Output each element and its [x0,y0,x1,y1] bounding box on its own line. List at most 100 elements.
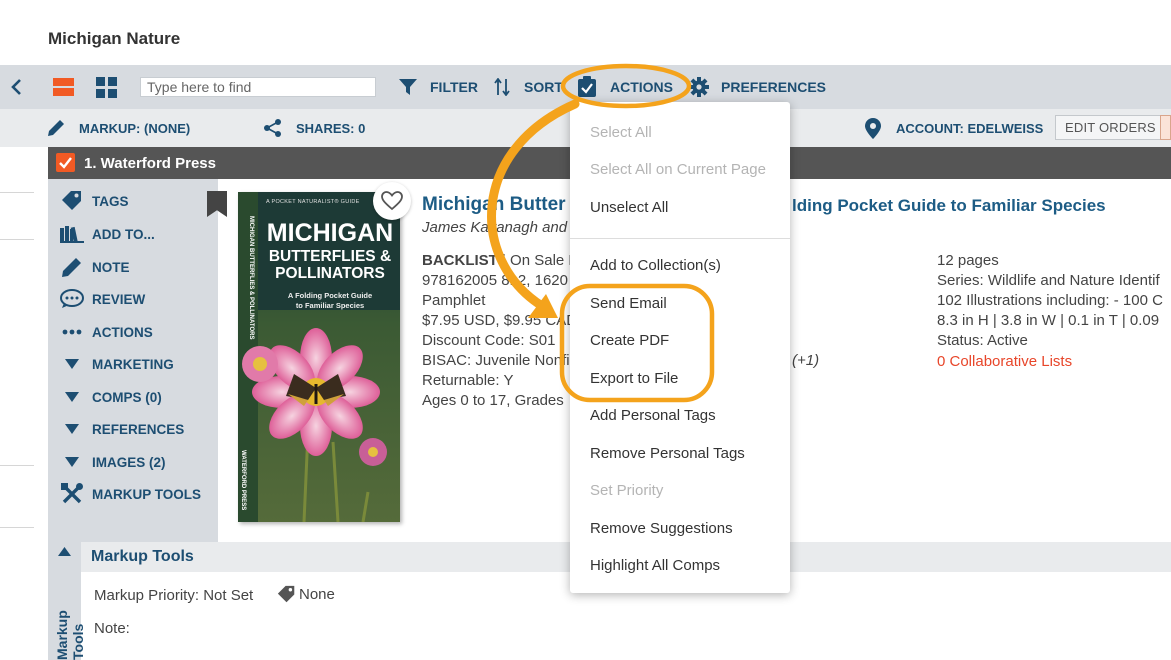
side-menu-label: MARKUP TOOLS [92,486,202,502]
books-icon [60,225,84,243]
menu-item-select-all[interactable]: Select All [590,124,652,141]
menu-item-send-email[interactable]: Send Email [590,295,667,312]
filter-button[interactable]: FILTER [399,65,478,109]
book-title-link-tail[interactable]: lding Pocket Guide to Familiar Species [792,196,1106,216]
side-menu-actions[interactable]: ACTIONS [60,321,153,343]
cover-subtitle-line1: A Folding Pocket Guide [287,291,373,300]
edit-orders-button[interactable]: EDIT ORDERS [1055,115,1165,140]
side-menu-label: REVIEW [92,291,146,307]
right-detail-line: Status: Active [937,332,1028,349]
side-menu-review[interactable]: REVIEW [60,288,145,310]
favorite-heart-button[interactable] [373,182,411,220]
side-menu-label: MARKETING [92,356,174,372]
menu-item-add-personal-tags[interactable]: Add Personal Tags [590,407,716,424]
collaborative-lists-link[interactable]: 0 Collaborative Lists [937,353,1072,370]
menu-divider [570,238,790,239]
markup-button[interactable]: MARKUP: (NONE) [46,109,190,147]
gear-icon [689,77,709,97]
sort-label: SORT [524,79,563,95]
side-menu-marketing[interactable]: MARKETING [60,353,174,375]
detail-line: BACKLIST | On Sale D [422,252,580,269]
menu-item-remove-personal-tags[interactable]: Remove Personal Tags [590,445,745,462]
list-view-icon[interactable] [53,65,74,109]
divider [0,239,34,240]
markup-tools-vertical-label: Markup Tools [54,610,86,660]
book-cover-image[interactable]: A POCKET NATURALIST® GUIDE MICHIGAN BUTT… [238,192,400,522]
pencil-icon [60,256,84,278]
cover-publisher-text: WATERFORD PRESS [240,450,246,511]
side-menu-note[interactable]: NOTE [60,256,130,278]
menu-item-highlight-all-comps[interactable]: Highlight All Comps [590,557,720,574]
bookmark-icon[interactable] [207,191,227,217]
divider [0,465,34,466]
markup-tools-title: Markup Tools [91,548,194,565]
side-menu-comps[interactable]: COMPS (0) [60,386,162,408]
markup-tools-rail: Markup Tools [48,542,86,660]
cover-title-line3: POLLINATORS [275,265,385,282]
markup-tag-text: None [299,586,335,603]
side-menu-label: ADD TO... [92,226,155,242]
menu-item-set-priority[interactable]: Set Priority [590,482,663,499]
menu-item-unselect-all[interactable]: Unselect All [590,199,668,216]
shares-button[interactable]: SHARES: 0 [263,109,365,147]
back-chevron-icon[interactable] [8,65,26,109]
heart-icon [381,191,403,211]
side-menu-add-to[interactable]: ADD TO... [60,223,155,245]
detail-line: 978162005 812, 1620 [422,272,568,289]
preferences-label: PREFERENCES [721,79,827,95]
tools-icon [60,483,84,505]
divider [0,192,34,193]
side-menu-label: ACTIONS [92,324,153,340]
side-menu-label: TAGS [92,193,129,209]
right-detail-line: 8.3 in H | 3.8 in W | 0.1 in T | 0.09 [937,312,1160,329]
pencil-icon [48,120,64,136]
markup-note-label: Note: [94,620,130,637]
side-menu-tags[interactable]: TAGS [60,190,129,212]
item-side-menu: TAGS ADD TO... NOTE REVIEW ACTIONS MARKE… [48,179,227,542]
search-input[interactable] [140,77,376,97]
grid-view-icon[interactable] [96,65,117,109]
collapse-up-icon[interactable] [58,547,71,556]
share-icon [264,119,281,137]
account-button[interactable]: ACCOUNT: EDELWEISS [865,109,1043,147]
detail-line: Discount Code: S01 [422,332,556,349]
sort-button[interactable]: SORT [494,65,563,109]
side-menu-label: REFERENCES [92,421,185,437]
filter-label: FILTER [430,79,478,95]
book-title-link[interactable]: Michigan Butter [422,194,566,216]
book-author[interactable]: James Kavanagh and [422,219,567,236]
tag-icon [60,190,84,212]
side-menu-label: IMAGES (2) [92,454,166,470]
markup-tag-value[interactable]: None [277,585,335,604]
bisac-more-count[interactable]: (+1) [792,352,819,369]
item-header-title: 1. Waterford Press [84,154,216,172]
cover-spine-text: MICHIGAN BUTTERFLIES & POLLINATORS [248,216,254,340]
right-detail-line: 102 Illustrations including: - 100 C [937,292,1163,309]
markup-priority-label[interactable]: Markup Priority: Not Set [94,587,253,604]
side-menu-references[interactable]: REFERENCES [60,418,184,440]
side-menu-label: NOTE [92,259,130,275]
account-label: ACCOUNT: EDELWEISS [896,120,1044,136]
shares-label: SHARES: 0 [296,120,366,136]
menu-item-add-to-collections[interactable]: Add to Collection(s) [590,257,721,274]
cover-subtitle-line2: to Familiar Species [295,301,365,310]
menu-item-select-all-on-page[interactable]: Select All on Current Page [590,161,766,178]
sort-icon [494,78,510,96]
side-menu-images[interactable]: IMAGES (2) [60,451,166,473]
side-menu-markup-tools[interactable]: MARKUP TOOLS [60,483,201,505]
item-checkbox[interactable] [56,153,75,172]
detail-line: BISAC: Juvenile Nonfic [422,352,578,369]
detail-line: Ages 0 to 17, Grades [422,392,564,409]
triangle-down-icon [60,359,84,369]
actions-dropdown-menu: Select All Select All on Current Page Un… [570,102,790,593]
speech-bubble-icon [60,289,84,309]
left-panel-stub [0,147,40,660]
edit-orders-edge [1160,115,1171,140]
menu-item-export-to-file[interactable]: Export to File [590,370,678,387]
page-title: Michigan Nature [48,29,181,48]
filter-icon [399,79,417,95]
menu-item-remove-suggestions[interactable]: Remove Suggestions [590,520,733,537]
menu-item-create-pdf[interactable]: Create PDF [590,332,669,349]
detail-line: Returnable: Y [422,372,514,389]
triangle-down-icon [60,392,84,402]
